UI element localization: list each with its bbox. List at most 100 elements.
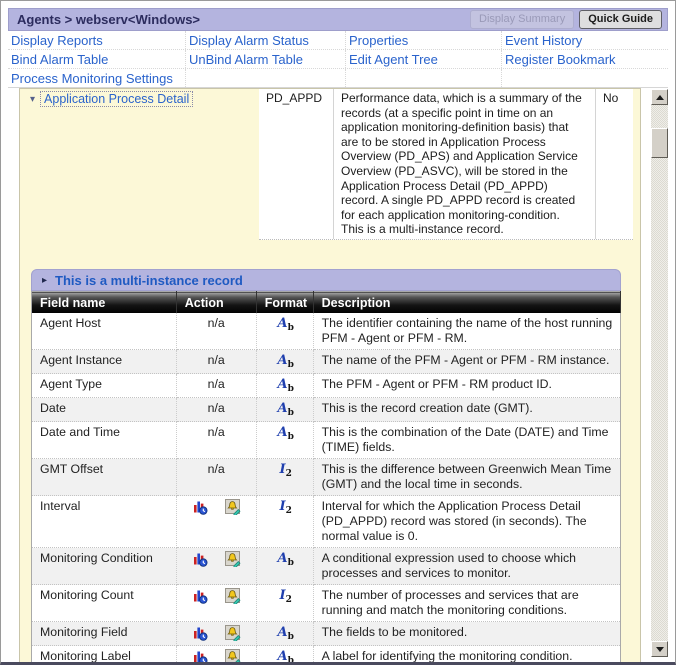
table-row: Monitoring FieldAbThe fields to be monit… <box>32 622 621 646</box>
field-name-cell: Monitoring Condition <box>32 548 177 585</box>
menu-cell-edit-agent-tree: Edit Agent Tree <box>345 50 501 68</box>
field-name-cell: GMT Offset <box>32 459 177 496</box>
format-letter: I <box>279 588 285 603</box>
menu-link-display-reports[interactable]: Display Reports <box>11 33 103 48</box>
format-subscript: b <box>288 408 294 418</box>
format-cell: Ab <box>256 350 313 374</box>
format-subscript: b <box>288 632 294 642</box>
description-cell: This is the record creation date (GMT). <box>313 398 620 422</box>
format-letter: A <box>277 353 287 368</box>
alarm-icon[interactable] <box>225 551 241 567</box>
record-name-link[interactable]: Application Process Detail <box>40 91 193 107</box>
menu-cell-unbind-alarm-table: UnBind Alarm Table <box>185 50 345 68</box>
action-content <box>177 587 256 604</box>
menu-cell-properties: Properties <box>345 31 501 49</box>
column-header-field-name: Field name <box>32 292 177 314</box>
long-format-icon: I2 <box>265 462 307 479</box>
scrollbar-thumb[interactable] <box>651 128 668 158</box>
record-logged-value: No <box>596 89 633 239</box>
action-cell: n/a <box>176 313 256 350</box>
action-content: n/a <box>177 424 256 441</box>
alarm-icon[interactable] <box>225 649 241 665</box>
table-row: Agent Typen/aAbThe PFM - Agent or PFM - … <box>32 374 621 398</box>
table-row: Agent Hostn/aAbThe identifier containing… <box>32 313 621 350</box>
record-id: PD_APPD <box>259 89 334 239</box>
scroll-up-button[interactable] <box>651 89 668 105</box>
menu-cell-empty <box>345 69 501 87</box>
string-format-icon: Ab <box>265 377 307 394</box>
action-content <box>177 624 256 641</box>
table-row: GMT Offsetn/aI2This is the difference be… <box>32 459 621 496</box>
menu-cell-empty <box>501 69 668 87</box>
action-cell <box>176 548 256 585</box>
action-cell: n/a <box>176 350 256 374</box>
command-menu: Display Reports Display Alarm Status Prope… <box>8 31 668 88</box>
format-subscript: 2 <box>286 506 292 516</box>
menu-link-register-bookmark[interactable]: Register Bookmark <box>505 52 616 67</box>
format-subscript: b <box>288 384 294 394</box>
long-format-icon: I2 <box>265 588 307 605</box>
description-cell: The number of processes and services tha… <box>313 585 620 622</box>
action-content: n/a <box>177 376 256 393</box>
table-row: Monitoring Count I2 The number of processe… <box>32 585 621 622</box>
format-subscript: b <box>288 432 294 442</box>
action-content <box>177 550 256 567</box>
format-letter: A <box>277 425 287 440</box>
action-cell <box>176 622 256 646</box>
action-na-label: n/a <box>208 316 225 331</box>
format-letter: A <box>277 401 287 416</box>
menu-link-unbind-alarm-table[interactable]: UnBind Alarm Table <box>189 52 303 67</box>
field-name-cell: Monitoring Count <box>32 585 177 622</box>
title-bar: Agents > webserv<Windows> Display Summar… <box>8 8 668 31</box>
menu-link-display-alarm-status[interactable]: Display Alarm Status <box>189 33 309 48</box>
report-icon[interactable] <box>192 588 208 604</box>
report-icon[interactable] <box>192 649 208 665</box>
long-format-icon: I2 <box>265 499 307 516</box>
display-summary-button[interactable]: Display Summary <box>470 10 574 29</box>
description-cell: The fields to be monitored. <box>313 622 620 646</box>
action-cell: n/a <box>176 374 256 398</box>
string-format-icon: Ab <box>265 316 307 333</box>
action-cell <box>176 585 256 622</box>
menu-link-properties[interactable]: Properties <box>349 33 408 48</box>
quick-guide-button[interactable]: Quick Guide <box>579 10 662 29</box>
menu-link-process-monitoring-settings[interactable]: Process Monitoring Settings <box>11 71 173 86</box>
report-icon[interactable] <box>192 625 208 641</box>
format-cell: Ab <box>256 398 313 422</box>
alarm-icon[interactable] <box>225 499 241 515</box>
format-cell: I2 <box>256 585 313 622</box>
format-subscript: b <box>288 360 294 370</box>
menu-cell-bind-alarm-table: Bind Alarm Table <box>8 50 185 68</box>
action-cell <box>176 496 256 548</box>
menu-link-edit-agent-tree[interactable]: Edit Agent Tree <box>349 52 438 67</box>
menu-link-event-history[interactable]: Event History <box>505 33 582 48</box>
description-cell: This is the combination of the Date (DAT… <box>313 422 620 459</box>
alarm-icon[interactable] <box>225 625 241 641</box>
format-cell: I2 <box>256 496 313 548</box>
format-subscript: b <box>288 656 294 665</box>
record-expander: ▾ Application Process Detail <box>30 91 193 107</box>
field-name-cell: Agent Host <box>32 313 177 350</box>
format-letter: A <box>277 316 287 331</box>
menu-link-bind-alarm-table[interactable]: Bind Alarm Table <box>11 52 108 67</box>
multi-instance-section-header[interactable]: ▸ This is a multi-instance record <box>31 269 621 291</box>
format-letter: A <box>277 377 287 392</box>
vertical-scrollbar[interactable] <box>651 89 668 657</box>
string-format-icon: Ab <box>265 425 307 442</box>
alarm-icon[interactable] <box>225 588 241 604</box>
column-header-description: Description <box>313 292 620 314</box>
table-row: Monitoring ConditionAbA conditional expr… <box>32 548 621 585</box>
menu-cell-register-bookmark: Register Bookmark <box>501 50 668 68</box>
scroll-down-button[interactable] <box>651 641 668 657</box>
scroll-down-icon <box>656 647 664 652</box>
menu-row: Process Monitoring Settings <box>8 68 668 87</box>
field-name-cell: Date <box>32 398 177 422</box>
chevron-down-icon: ▾ <box>30 94 35 105</box>
description-cell: This is the difference between Greenwich… <box>313 459 620 496</box>
report-icon[interactable] <box>192 551 208 567</box>
table-row: Monitoring LabelAbA label for identifyin… <box>32 646 621 665</box>
format-subscript: 2 <box>286 469 292 479</box>
description-cell: A conditional expression used to choose … <box>313 548 620 585</box>
format-subscript: 2 <box>286 595 292 605</box>
report-icon[interactable] <box>192 499 208 515</box>
